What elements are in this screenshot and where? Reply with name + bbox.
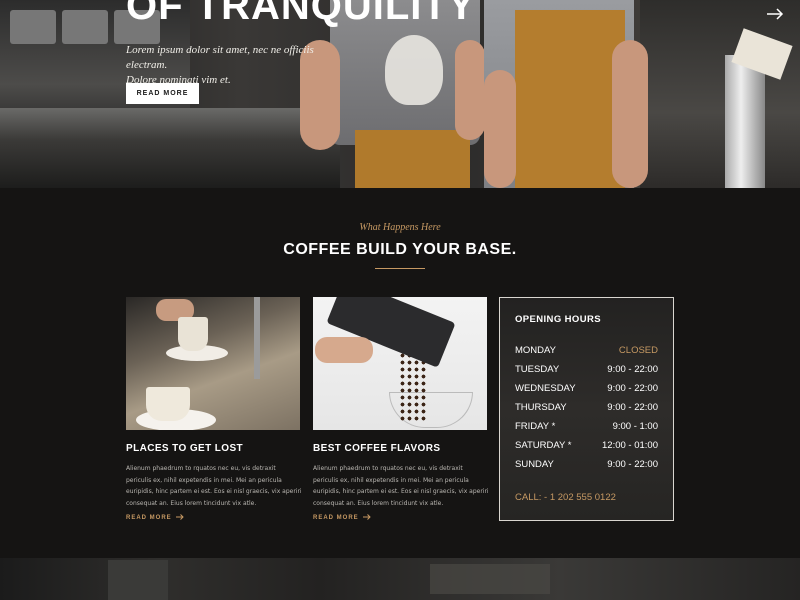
hours-row: FRIDAY * 9:00 - 1:00	[515, 421, 658, 432]
title-divider	[375, 268, 425, 269]
card-read-more-link[interactable]: READ MORE	[313, 514, 371, 522]
call-phone-link[interactable]: CALL: - 1 202 555 0122	[515, 492, 616, 503]
opening-hours-title: OPENING HOURS	[515, 314, 601, 325]
hours-row: MONDAY CLOSED	[515, 345, 658, 356]
arrow-right-icon	[175, 514, 184, 522]
section-title: COFFEE BUILD YOUR BASE.	[283, 241, 517, 258]
arrow-right-icon	[362, 514, 371, 522]
opening-hours-box: OPENING HOURS MONDAY CLOSED TUESDAY 9:00…	[499, 297, 674, 521]
counter-image	[0, 108, 340, 188]
card-read-more-link[interactable]: READ MORE	[126, 514, 184, 522]
coffee-beans-image[interactable]	[313, 297, 487, 430]
section-kicker: What Happens Here	[359, 222, 441, 233]
card-title[interactable]: BEST COFFEE FLAVORS	[313, 443, 440, 454]
hours-row: TUESDAY 9:00 - 22:00	[515, 364, 658, 375]
hours-row: SUNDAY 9:00 - 22:00	[515, 459, 658, 470]
hero-subtitle: Lorem ipsum dolor sit amet, nec ne offic…	[126, 44, 314, 86]
hours-row: THURSDAY 9:00 - 22:00	[515, 402, 658, 413]
cafe-interior-image	[0, 558, 800, 600]
coffee-cups-image[interactable]	[126, 297, 300, 430]
card-text: Alienum phaedrum to rquatos nec eu, vis …	[313, 465, 489, 507]
arrow-right-icon[interactable]	[766, 6, 784, 20]
card-text: Alienum phaedrum to rquatos nec eu, vis …	[126, 465, 302, 507]
hours-row: SATURDAY * 12:00 - 01:00	[515, 440, 658, 451]
hero-title: OF TRANQUILITY	[126, 0, 476, 28]
hero-banner: OF TRANQUILITY Lorem ipsum dolor sit ame…	[0, 0, 800, 188]
skull-print	[385, 35, 443, 105]
hours-row: WEDNESDAY 9:00 - 22:00	[515, 383, 658, 394]
card-title[interactable]: PLACES TO GET LOST	[126, 443, 243, 454]
hero-read-more-button[interactable]: READ MORE	[126, 83, 199, 104]
